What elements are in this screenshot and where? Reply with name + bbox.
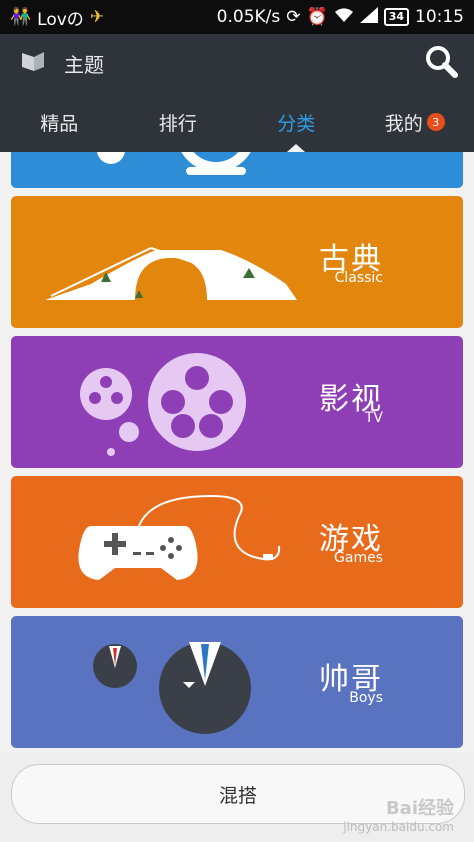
- tab-label: 排行: [158, 112, 197, 135]
- carrier-text: Lovの: [37, 9, 84, 30]
- category-card-classic[interactable]: 古典 Classic: [11, 196, 463, 328]
- status-bar: 👫 Lovの ✈ 0.05K/s ⟳ ⏰ 34 10:15: [0, 0, 474, 34]
- tab-categories[interactable]: 分类: [237, 92, 356, 152]
- airplane-icon: ✈: [89, 7, 105, 27]
- category-list: 古典 Classic 影视 TV 游戏 Games 帅哥 Boys: [0, 152, 474, 752]
- notification-badge: 3: [426, 113, 445, 131]
- active-tab-indicator: [287, 144, 306, 152]
- category-card-partial[interactable]: [11, 152, 463, 188]
- gamepad-illustration: [78, 494, 281, 580]
- tab-label: 精品: [40, 112, 79, 135]
- battery-indicator: 34: [383, 8, 409, 26]
- search-icon[interactable]: [424, 44, 458, 82]
- tab-bar: 精品 排行 分类 我的 3: [0, 92, 474, 152]
- network-speed: 0.05K/s: [216, 7, 281, 27]
- category-subtitle: Boys: [349, 690, 383, 706]
- category-subtitle: Games: [334, 550, 383, 566]
- category-card-boys[interactable]: 帅哥 Boys: [11, 616, 463, 748]
- sync-icon: ⟳: [286, 7, 301, 27]
- bottom-bar: 混搭 Bai经验 jingyan.baidu.com: [0, 752, 474, 842]
- tab-mine[interactable]: 我的 3: [356, 92, 474, 152]
- category-subtitle: Classic: [334, 270, 383, 286]
- signal-icon: [359, 6, 378, 28]
- tab-label: 我的: [384, 112, 423, 135]
- tab-featured[interactable]: 精品: [0, 92, 119, 152]
- wifi-icon: [334, 7, 354, 28]
- tab-label: 分类: [277, 112, 316, 135]
- people-icon: 👫: [10, 7, 32, 27]
- category-card-games[interactable]: 游戏 Games: [11, 476, 463, 608]
- tab-ranking[interactable]: 排行: [119, 92, 238, 152]
- watermark: Bai经验 jingyan.baidu.com: [343, 794, 454, 834]
- app-header: 主题: [0, 34, 474, 92]
- page-title: 主题: [64, 52, 104, 77]
- alarm-icon: ⏰: [306, 7, 328, 27]
- bridge-illustration: [45, 247, 297, 300]
- theme-logo-icon[interactable]: [20, 49, 46, 77]
- clock-text: 10:15: [415, 7, 464, 27]
- category-card-tv[interactable]: 影视 TV: [11, 336, 463, 468]
- watermark-url: jingyan.baidu.com: [343, 820, 454, 834]
- watermark-logo: Bai经验: [385, 798, 454, 819]
- suit-illustration: [93, 642, 251, 734]
- film-reel-illustration: [80, 353, 246, 456]
- alarm-clock-illustration: [97, 152, 251, 175]
- category-subtitle: TV: [364, 410, 383, 426]
